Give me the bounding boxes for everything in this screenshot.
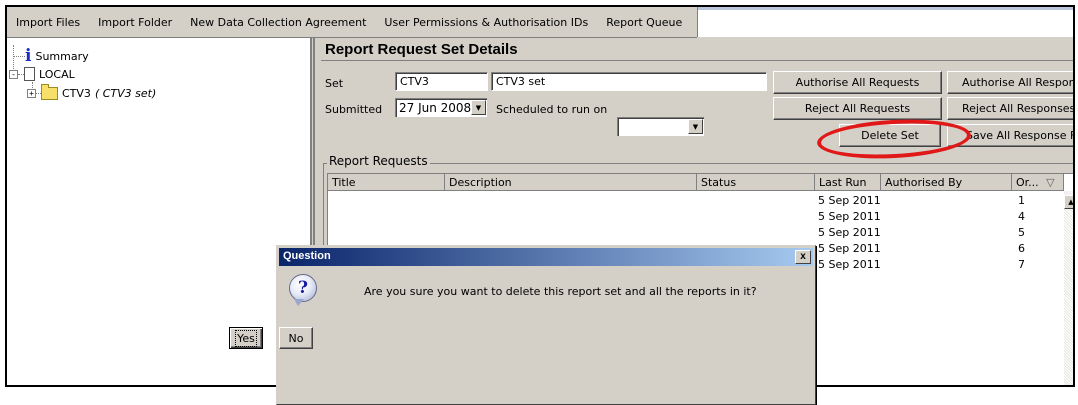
column-header-description[interactable]: Description xyxy=(445,174,697,191)
menu-bar: Import Files Import Folder New Data Coll… xyxy=(7,7,697,38)
question-icon: ? xyxy=(289,274,317,306)
menu-report-queue[interactable]: Report Queue xyxy=(597,16,691,29)
menu-new-data-collection-agreement[interactable]: New Data Collection Agreement xyxy=(181,16,375,29)
tree-item-summary-label: Summary xyxy=(35,49,89,63)
tree-item-local-label: LOCAL xyxy=(39,67,75,81)
page-title: Report Request Set Details xyxy=(325,41,518,58)
tree-item-ctv3-desc: ( CTV3 set) xyxy=(94,86,157,100)
info-icon: i xyxy=(25,46,32,66)
submitted-label: Submitted xyxy=(325,103,383,116)
row-2-order: 4 xyxy=(1018,210,1025,223)
set-label: Set xyxy=(325,77,344,90)
save-all-response-files-button[interactable]: Save All Response Files xyxy=(947,124,1073,147)
yes-button-label: Yes xyxy=(235,329,257,347)
scheduled-label: Scheduled to run on xyxy=(496,103,608,116)
no-button[interactable]: No xyxy=(279,327,313,349)
column-header-title[interactable]: Title xyxy=(328,174,445,191)
row-1-last-run: 5 Sep 2011 xyxy=(818,194,881,207)
authorise-all-responses-button[interactable]: Authorise All Responses xyxy=(947,71,1073,94)
column-header-order-label: Or... xyxy=(1016,176,1039,189)
tree-item-summary[interactable]: i Summary xyxy=(25,46,89,66)
column-header-authorised-by[interactable]: Authorised By xyxy=(881,174,1012,191)
tree-item-local[interactable]: - LOCAL xyxy=(9,66,75,82)
document-icon xyxy=(24,67,35,81)
chevron-down-icon[interactable]: ▼ xyxy=(471,100,486,115)
tree-item-ctv3[interactable]: + CTV3 ( CTV3 set) xyxy=(27,83,157,101)
vertical-scrollbar[interactable]: ▲ xyxy=(1064,191,1073,385)
tree-item-ctv3-name: CTV3 xyxy=(62,86,91,100)
column-header-order[interactable]: Or... ▽ xyxy=(1012,174,1064,191)
reject-all-requests-button[interactable]: Reject All Requests xyxy=(773,97,942,120)
folder-icon xyxy=(41,83,58,100)
row-3-last-run: 5 Sep 2011 xyxy=(818,226,881,239)
authorise-all-requests-button[interactable]: Authorise All Requests xyxy=(773,71,942,94)
collapse-icon[interactable]: - xyxy=(9,69,18,79)
menu-bar-empty-area xyxy=(697,7,1073,37)
row-5-last-run: 5 Sep 2011 xyxy=(818,258,881,271)
scheduled-date-dropdown[interactable]: ▼ xyxy=(617,117,704,136)
yes-button[interactable]: Yes xyxy=(229,327,263,349)
chevron-down-icon[interactable]: ▼ xyxy=(688,119,703,134)
column-header-status[interactable]: Status xyxy=(697,174,815,191)
navigation-tree: i Summary - LOCAL + CTV3 ( CTV3 set) xyxy=(7,38,312,385)
row-4-last-run: 5 Sep 2011 xyxy=(818,242,881,255)
menu-user-permissions[interactable]: User Permissions & Authorisation IDs xyxy=(375,16,597,29)
question-dialog: Question x ? Are you sure you want to de… xyxy=(276,245,816,405)
report-requests-title: Report Requests xyxy=(327,154,430,168)
expand-icon[interactable]: + xyxy=(27,88,36,98)
row-5-order: 7 xyxy=(1018,258,1025,271)
submitted-date-value: 27 Jun 2008 xyxy=(399,101,472,115)
set-code-field[interactable]: CTV3 xyxy=(395,72,488,91)
row-2-last-run: 5 Sep 2011 xyxy=(818,210,881,223)
close-icon[interactable]: x xyxy=(795,250,811,264)
dialog-title: Question xyxy=(283,250,331,262)
heading-divider xyxy=(321,60,1073,61)
column-header-last-run[interactable]: Last Run xyxy=(815,174,881,191)
row-1-order: 1 xyxy=(1018,194,1025,207)
delete-set-button[interactable]: Delete Set xyxy=(839,124,941,147)
set-name-field[interactable]: CTV3 set xyxy=(491,72,767,91)
sort-icon: ▽ xyxy=(1046,176,1055,189)
menu-import-files[interactable]: Import Files xyxy=(7,16,89,29)
scroll-up-icon[interactable]: ▲ xyxy=(1064,195,1073,209)
row-4-order: 6 xyxy=(1018,242,1025,255)
dialog-title-bar[interactable]: Question x xyxy=(279,248,813,266)
menu-import-folder[interactable]: Import Folder xyxy=(89,16,181,29)
submitted-date-dropdown[interactable]: 27 Jun 2008 ▼ xyxy=(395,98,487,117)
row-3-order: 5 xyxy=(1018,226,1025,239)
reject-all-responses-button[interactable]: Reject All Responses xyxy=(947,97,1073,120)
dialog-message: Are you sure you want to delete this rep… xyxy=(364,285,757,298)
